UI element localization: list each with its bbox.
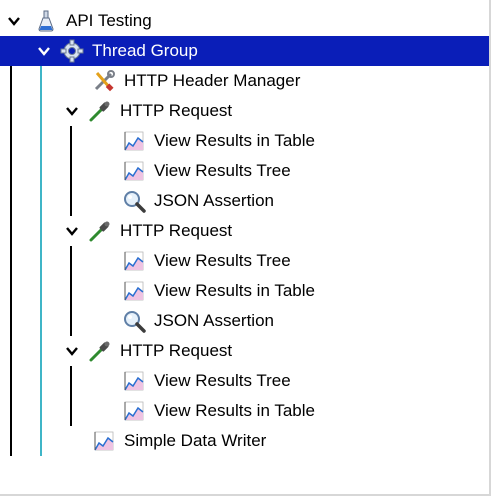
graph-icon [122,129,146,153]
tree-node-http-request[interactable]: HTTP Request [64,96,232,126]
tree-node-json-assertion[interactable]: JSON Assertion [122,306,274,336]
tree-node-label: HTTP Request [120,341,233,360]
tree-node-label: View Results Tree [154,251,291,270]
tree-node-view-results-in-table[interactable]: View Results in Table [122,396,315,426]
tree-node-http-header-manager[interactable]: HTTP Header Manager [92,66,300,96]
tree-node-http-request[interactable]: HTTP Request [64,336,232,366]
tree-node-label: View Results in Table [154,401,315,420]
tree-node-http-request[interactable]: HTTP Request [64,216,232,246]
tree-node-simple-data-writer[interactable]: Simple Data Writer [92,426,266,456]
graph-icon [122,159,146,183]
tree-node-label: JSON Assertion [154,191,274,210]
chevron-down-icon[interactable] [6,13,22,29]
tree-node-label: View Results in Table [154,131,315,150]
flask-icon [34,9,58,33]
graph-icon [122,399,146,423]
tree-node-json-assertion[interactable]: JSON Assertion [122,186,274,216]
tree-node-label: View Results in Table [154,281,315,300]
chevron-down-icon[interactable] [64,343,80,359]
tree-node-label: HTTP Request [120,101,233,120]
tree-node-label: Thread Group [92,41,198,60]
magnifier-icon [122,189,146,213]
thread-group-guide-line [40,66,42,456]
gear-icon [60,39,84,63]
tree-node-label: View Results Tree [154,371,291,390]
graph-icon [122,249,146,273]
chevron-down-icon[interactable] [64,103,80,119]
tree-node-label: Simple Data Writer [124,431,267,450]
tree-node-api-testing[interactable]: API Testing [6,6,152,36]
wrench-screwdriver-icon [92,69,116,93]
tree-node-label: HTTP Request [120,221,233,240]
tree-node-label: HTTP Header Manager [124,71,301,90]
tree-node-thread-group[interactable]: Thread Group [36,36,198,66]
tree-node-view-results-tree[interactable]: View Results Tree [122,366,291,396]
tree-node-label: API Testing [66,11,152,30]
chevron-down-icon[interactable] [36,43,52,59]
request1-guide-line [70,126,72,216]
request3-guide-line [70,366,72,426]
tree-node-view-results-tree[interactable]: View Results Tree [122,246,291,276]
tree-node-view-results-tree[interactable]: View Results Tree [122,156,291,186]
root-guide-line [10,36,12,456]
magnifier-icon [122,309,146,333]
tree-node-label: View Results Tree [154,161,291,180]
tree-node-label: JSON Assertion [154,311,274,330]
tree-node-view-results-in-table[interactable]: View Results in Table [122,276,315,306]
test-plan-tree: API Testing Thread Group HTTP Header Man… [0,0,491,496]
graph-icon [122,369,146,393]
tree-node-view-results-in-table[interactable]: View Results in Table [122,126,315,156]
pipette-icon [88,219,112,243]
pipette-icon [88,99,112,123]
graph-icon [122,279,146,303]
graph-icon [92,429,116,453]
pipette-icon [88,339,112,363]
chevron-down-icon[interactable] [64,223,80,239]
request2-guide-line [70,246,72,336]
